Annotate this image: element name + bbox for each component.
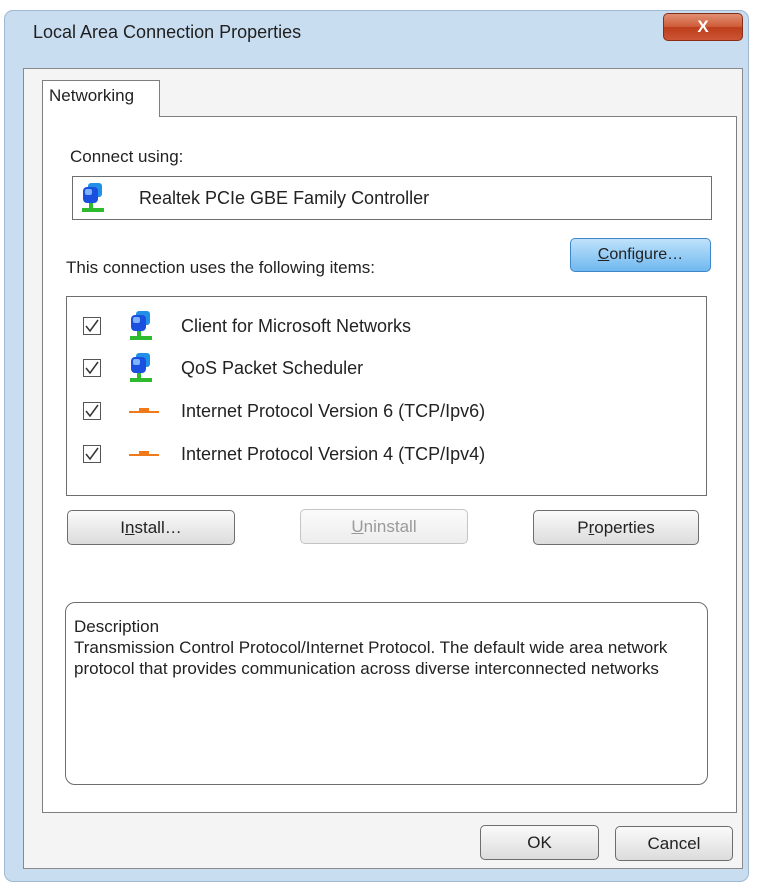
item-label: Client for Microsoft Networks xyxy=(181,316,412,336)
install-button[interactable]: Install… xyxy=(67,510,235,545)
close-button[interactable]: X xyxy=(663,13,743,41)
items-label: This connection uses the following items… xyxy=(66,258,375,277)
cancel-button[interactable]: Cancel xyxy=(615,826,733,861)
checkmark-icon xyxy=(85,404,99,418)
network-adapter-icon xyxy=(82,183,104,212)
uninstall-label-rest: ninstall xyxy=(363,517,417,536)
protocol-icon xyxy=(129,451,159,456)
list-item-ipv6[interactable]: Internet Protocol Version 6 (TCP/Ipv6) xyxy=(67,392,706,432)
uninstall-button: Uninstall xyxy=(300,509,468,544)
properties-label-rest: operties xyxy=(594,518,655,537)
properties-label-pre: P xyxy=(577,518,589,537)
network-client-icon xyxy=(130,311,152,340)
install-label-rest: stall… xyxy=(134,518,182,537)
checkmark-icon xyxy=(85,447,99,461)
tab-networking[interactable]: Networking xyxy=(42,80,160,117)
adapter-name: Realtek PCIe GBE Family Controller xyxy=(139,188,430,208)
properties-button[interactable]: Properties xyxy=(533,510,699,545)
items-list: Client for Microsoft Networks QoS Packet… xyxy=(66,296,707,496)
configure-button[interactable]: Configure… xyxy=(570,238,711,272)
description-heading: Description xyxy=(74,617,160,636)
list-item-client-ms-networks[interactable]: Client for Microsoft Networks xyxy=(67,307,706,347)
protocol-icon xyxy=(129,408,159,413)
checkmark-icon xyxy=(85,361,99,375)
checkbox-ipv4[interactable] xyxy=(83,445,101,463)
ok-button[interactable]: OK xyxy=(480,825,599,860)
uninstall-mnemonic: U xyxy=(351,517,364,536)
window-title: Local Area Connection Properties xyxy=(33,22,302,42)
item-label: Internet Protocol Version 6 (TCP/Ipv6) xyxy=(181,401,486,421)
checkbox-qos-scheduler[interactable] xyxy=(83,359,101,377)
configure-mnemonic: C xyxy=(597,246,610,263)
network-client-icon xyxy=(130,353,152,382)
checkbox-client-ms-networks[interactable] xyxy=(83,317,101,335)
item-label: QoS Packet Scheduler xyxy=(181,358,364,378)
list-item-qos-scheduler[interactable]: QoS Packet Scheduler xyxy=(67,349,706,389)
checkbox-ipv6[interactable] xyxy=(83,402,101,420)
item-label: Internet Protocol Version 4 (TCP/Ipv4) xyxy=(181,444,486,464)
description-text: Transmission Control Protocol/Internet P… xyxy=(74,638,668,678)
description-box: Description Transmission Control Protoco… xyxy=(65,602,708,785)
configure-label-rest: onfigure… xyxy=(609,246,684,263)
adapter-field: Realtek PCIe GBE Family Controller xyxy=(72,176,712,220)
list-item-ipv4[interactable]: Internet Protocol Version 4 (TCP/Ipv4) xyxy=(67,435,706,475)
connect-using-label: Connect using: xyxy=(70,147,184,166)
checkmark-icon xyxy=(85,319,99,333)
